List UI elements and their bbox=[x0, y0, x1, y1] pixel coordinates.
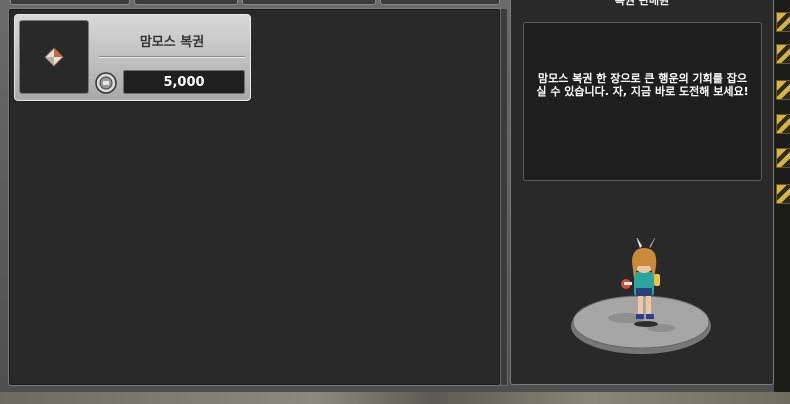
shop-tab-3[interactable] bbox=[242, 0, 376, 5]
coin-icon bbox=[95, 72, 117, 94]
side-menu-button[interactable] bbox=[776, 184, 790, 204]
name-divider bbox=[99, 56, 245, 57]
npc-panel: 복권 판매원 맘모스 복권 한 장으로 큰 행운의 기회를 잡으실 수 있습니다… bbox=[510, 0, 774, 385]
npc-dialog-box: 맘모스 복권 한 장으로 큰 행운의 기회를 잡으실 수 있습니다. 자, 지금… bbox=[523, 22, 762, 181]
game-scene-strip bbox=[0, 392, 790, 404]
side-menu-button[interactable] bbox=[776, 148, 790, 168]
shop-tab-1[interactable] bbox=[10, 0, 130, 5]
side-menu-button[interactable] bbox=[776, 44, 790, 64]
side-menu-button[interactable] bbox=[776, 80, 790, 100]
shop-tab-2[interactable] bbox=[134, 0, 238, 5]
item-icon-slot bbox=[19, 20, 89, 94]
side-menu-button[interactable] bbox=[776, 12, 790, 32]
npc-character-icon bbox=[571, 238, 711, 354]
item-price: 5,000 bbox=[123, 70, 245, 94]
npc-dialog-text: 맘모스 복권 한 장으로 큰 행운의 기회를 잡으실 수 있습니다. 자, 지금… bbox=[536, 72, 749, 98]
shop-tab-4[interactable] bbox=[380, 0, 500, 5]
shop-item-card[interactable]: 맘모스 복권 5,000 bbox=[14, 14, 251, 101]
item-list-scrollbar[interactable] bbox=[500, 8, 508, 386]
item-name: 맘모스 복권 bbox=[139, 35, 205, 50]
lottery-ticket-icon bbox=[44, 47, 64, 67]
npc-title: 복권 판매원 bbox=[614, 0, 670, 7]
side-menu-button[interactable] bbox=[776, 114, 790, 134]
side-menu-strip bbox=[774, 0, 790, 392]
